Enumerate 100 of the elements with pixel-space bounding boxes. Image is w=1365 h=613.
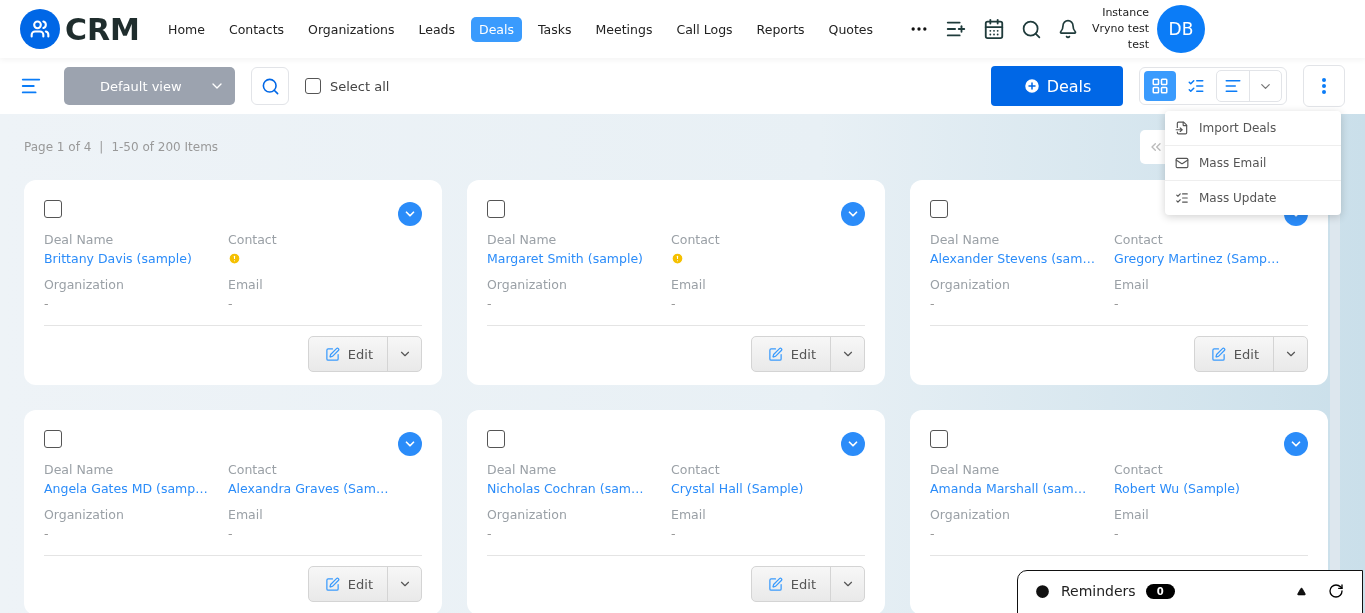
expand-button[interactable] [1284,432,1308,456]
card-checkbox[interactable] [44,430,62,448]
field-label: Organization [44,507,125,522]
nav-tab[interactable]: Tasks [530,16,580,42]
field-value: - [1114,295,1119,311]
field-link[interactable]: Gregory Martinez (Samp… [1114,250,1280,266]
card-checkbox[interactable] [930,430,948,448]
kebab-icon [1322,78,1326,94]
search-button[interactable] [251,67,289,105]
edit-icon [324,346,340,362]
field-value: - [1114,525,1119,541]
nav-tab[interactable]: Organizations [300,16,403,42]
user-name: Instance [1102,5,1149,21]
field-label: Deal Name [930,232,1001,247]
field-label: Deal Name [44,232,115,247]
mail-icon [1175,156,1189,170]
field-label: Organization [487,277,568,292]
reminders-label: Reminders [1061,583,1136,599]
menu-item[interactable]: Import Deals [1165,111,1341,145]
nav-tab[interactable]: Leads [410,16,464,42]
logo-icon [20,9,60,49]
nav-tab[interactable]: Contacts [220,16,293,42]
field-label: Email [1114,507,1150,522]
field-label: Contact [671,462,721,477]
field-label: Email [228,507,264,522]
field-label: Contact [228,462,278,477]
nav-tab[interactable]: Home [160,16,213,42]
field-label: Email [228,277,264,292]
logo-text: CRM [65,11,140,47]
field-label: Organization [44,277,125,292]
card-checkbox[interactable] [44,200,62,218]
expand-button[interactable] [398,202,422,226]
field-value: - [671,525,676,541]
field-label: Contact [1114,462,1164,477]
field-link[interactable]: Robert Wu (Sample) [1114,480,1240,496]
field-label: Email [1114,277,1150,292]
edit-icon [767,576,783,592]
nav-tab[interactable]: Reports [748,16,813,42]
field-label: Contact [228,232,278,247]
more-options-button[interactable] [1303,65,1345,107]
layout-button[interactable] [1144,71,1176,101]
grid-icon [1151,77,1169,95]
edit-button[interactable]: Edit [751,567,831,601]
field-label: Organization [487,507,568,522]
warning-icon [671,251,684,265]
field-label: Deal Name [44,462,115,477]
collapse-icon[interactable] [1297,587,1306,596]
nav-tab[interactable]: Quotes [820,16,882,42]
field-link[interactable]: Amanda Marshall (sam… [930,480,1087,496]
user-name: Vryno test [1092,21,1149,37]
user-avatar[interactable]: DB [1156,5,1205,53]
field-value: - [228,525,233,541]
field-link[interactable]: Alexander Stevens (sam… [930,250,1095,266]
field-label: Email [671,277,707,292]
edit-button[interactable]: Edit [308,337,388,371]
field-value: - [487,525,492,541]
expand-button[interactable] [398,432,422,456]
menu-item[interactable]: Mass Update [1165,180,1341,215]
edit-button[interactable]: Edit [308,567,388,601]
search-icon [260,76,280,96]
field-link[interactable]: Angela Gates MD (samp… [44,480,208,496]
edit-icon [1210,346,1226,362]
field-label: Deal Name [487,462,558,477]
expand-button[interactable] [841,432,865,456]
edit-icon [324,576,340,592]
field-link[interactable]: Nicholas Cochran (sam… [487,480,644,496]
separator: | [99,140,104,154]
card-checkbox[interactable] [487,200,505,218]
field-link[interactable]: Margaret Smith (sample) [487,250,643,266]
field-value: - [44,525,49,541]
field-label: Deal Name [487,232,558,247]
field-label: Contact [671,232,721,247]
import-icon [1175,121,1189,135]
card-checkbox[interactable] [930,200,948,218]
edit-button[interactable]: Edit [751,337,831,371]
select-all-checkbox[interactable] [305,78,321,94]
search-icon[interactable] [1021,18,1043,40]
edit-button[interactable]: Edit [1194,337,1274,371]
list-icon [1187,77,1205,95]
plus-icon [1022,77,1041,95]
field-link[interactable]: Brittany Davis (sample) [44,250,192,266]
refresh-icon[interactable] [1328,583,1344,599]
lines-icon [1224,77,1242,95]
menu-item[interactable]: Mass Email [1165,145,1341,180]
nav-tab[interactable]: Call Logs [668,16,741,42]
field-value: - [487,295,492,311]
nav-tab[interactable]: Meetings [587,16,661,42]
calendar-icon[interactable] [983,18,1006,40]
field-label: Email [671,507,707,522]
select-all-label[interactable]: Select all [330,78,390,94]
expand-button[interactable] [841,202,865,226]
field-link[interactable]: Alexandra Graves (Sam… [228,480,389,496]
field-label: Contact [1114,232,1164,247]
bell-icon[interactable] [1058,19,1079,39]
add-deal-button[interactable]: Deals [991,66,1123,106]
card-checkbox[interactable] [487,430,505,448]
field-link[interactable]: Crystal Hall (Sample) [671,480,804,496]
item-range: 1-50 of 200 Items [111,140,219,154]
reminder-count: 0 [1145,584,1175,599]
field-label: Deal Name [930,462,1001,477]
